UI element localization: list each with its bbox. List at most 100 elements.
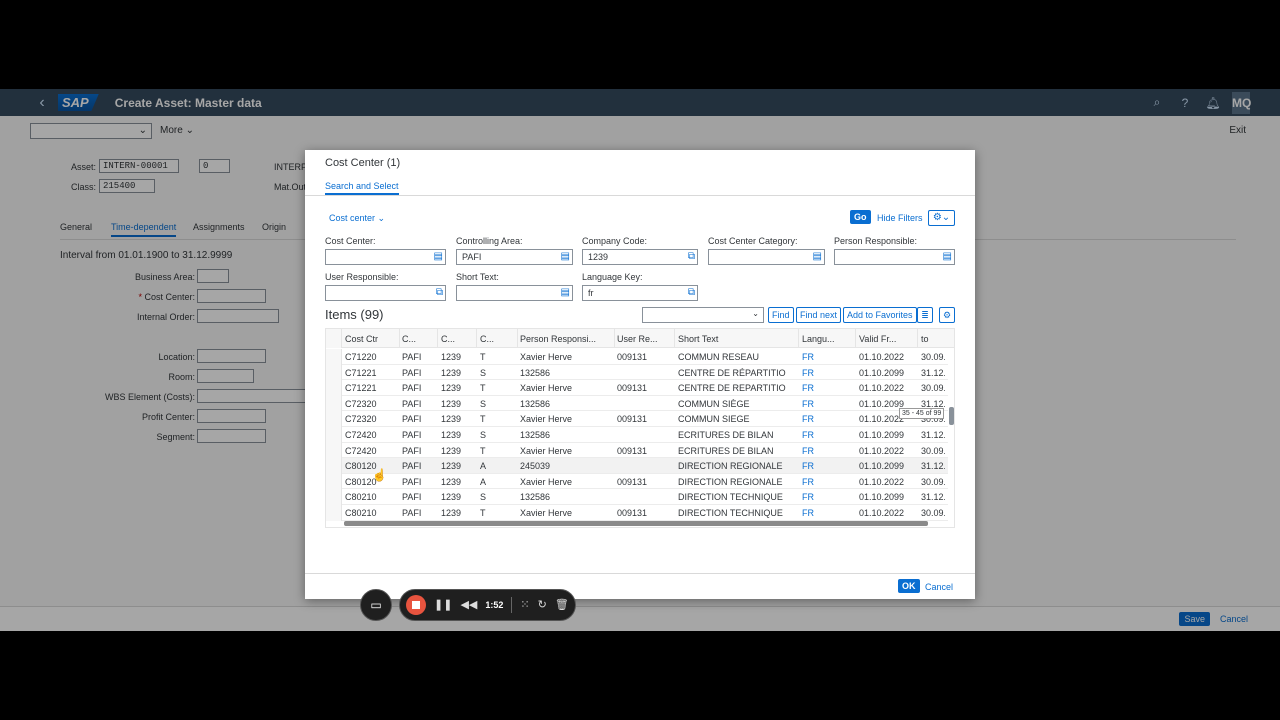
table-row[interactable]: C72420 PAFI 1239 S 132586 ECRITURES DE BILAN F… <box>326 427 948 443</box>
grid-icon[interactable]: ⁙ <box>520 598 529 611</box>
table-cell: DIRECTION REGIONALE <box>678 461 783 472</box>
table-cell: PAFI <box>402 492 422 503</box>
row-selector[interactable] <box>326 473 342 490</box>
row-selector[interactable] <box>326 349 342 365</box>
restart-icon[interactable]: ↻ <box>538 598 547 611</box>
table-cell: PAFI <box>402 430 422 440</box>
ok-button[interactable]: OK <box>898 579 920 593</box>
row-selector[interactable] <box>326 411 342 427</box>
vertical-scroll-thumb[interactable] <box>949 407 954 425</box>
open-dialog-icon[interactable]: ⧉ <box>688 250 695 264</box>
rewind-icon[interactable]: ◀◀ <box>460 598 477 611</box>
table-cell: C80120 <box>345 476 377 487</box>
horizontal-scrollbar[interactable] <box>344 521 928 526</box>
table-row[interactable]: C71220 PAFI 1239 T Xavier Herve 009131 COMMUN … <box>326 349 948 365</box>
column-header-user-responsible[interactable]: User Re... <box>617 334 671 344</box>
table-cell: C71221 <box>345 383 377 394</box>
table-row[interactable]: C80210 PAFI 1239 T Xavier Herve 009131 DIRECTI… <box>326 505 948 521</box>
open-dialog-icon[interactable]: ⧉ <box>436 286 443 300</box>
select-all-cell[interactable] <box>326 329 342 348</box>
camera-icon[interactable]: ▭ <box>360 588 392 621</box>
column-header-language[interactable]: Langu... <box>802 334 854 344</box>
table-row[interactable]: C80210 PAFI 1239 S 132586 DIRECTION TECHNIQUE… <box>326 489 948 505</box>
table-row[interactable]: C72420 PAFI 1239 T Xavier Herve 009131 ECRITUR… <box>326 442 948 459</box>
table-cell: 132586 <box>520 367 551 378</box>
table-row[interactable]: C71221 PAFI 1239 T Xavier Herve 009131 CENTRE … <box>326 380 948 396</box>
table-row[interactable]: C80120 PAFI 1239 A Xavier Herve 009131 DIRECTI… <box>326 473 948 490</box>
dialog-cancel-button[interactable]: Cancel <box>925 582 953 592</box>
table-cell: COMMUN RESEAU <box>678 352 760 362</box>
user-responsible-label: User Responsible: <box>325 272 399 282</box>
column-header-company-code[interactable]: C... <box>441 334 473 344</box>
mouse-pointer-icon: ☝ <box>372 468 387 482</box>
vertical-scrollbar[interactable] <box>948 348 954 520</box>
value-help-icon[interactable]: ▤ <box>813 250 822 264</box>
hide-filters-button[interactable]: Hide Filters <box>877 213 923 223</box>
add-to-favorites-button[interactable]: Add to Favorites <box>843 307 917 323</box>
row-selector[interactable] <box>326 489 342 505</box>
table-cell: 009131 <box>617 383 648 394</box>
table-cell: C80120 <box>345 461 377 472</box>
value-help-icon[interactable]: ▤ <box>561 250 570 264</box>
search-column-select[interactable]: ⌄ <box>642 307 764 323</box>
variant-selector[interactable]: Cost center ⌄ <box>329 213 385 224</box>
column-header-valid-from[interactable]: Valid Fr... <box>859 334 915 344</box>
column-header-cost-ctr[interactable]: Cost Ctr ▲ <box>345 334 391 344</box>
table-cell: Xavier Herve <box>520 414 573 425</box>
table-cell: 01.10.2022 <box>859 383 905 394</box>
table-cell: C72420 <box>345 430 377 440</box>
table-cell: FR <box>802 508 814 518</box>
table-cell: C80210 <box>345 492 377 503</box>
find-button[interactable]: Find <box>768 307 794 323</box>
find-next-button[interactable]: Find next <box>796 307 842 323</box>
table-settings-gear-icon[interactable]: ⚙ <box>939 307 955 323</box>
row-selector[interactable] <box>326 505 342 521</box>
table-cell: 1239 <box>441 367 462 378</box>
stop-record-button[interactable] <box>406 594 426 615</box>
settings-gear-icon[interactable]: ⚙⌄ <box>928 210 955 226</box>
column-divider <box>517 329 518 348</box>
column-header-controlling-area[interactable]: C... <box>402 334 434 344</box>
go-button[interactable]: Go <box>850 210 871 224</box>
table-row[interactable]: C72320 PAFI 1239 S 132586 COMMUN SIÈGE FR 01.10… <box>326 395 948 412</box>
cost-center-filter-input[interactable]: ▤ <box>325 249 446 265</box>
table-cell: S <box>480 430 487 440</box>
column-divider <box>674 329 675 348</box>
column-header-valid-to[interactable]: to <box>921 334 945 344</box>
trash-icon[interactable]: 🗑︎ <box>555 598 569 611</box>
pause-icon[interactable]: ❚❚ <box>434 598 452 611</box>
column-settings-icon[interactable]: ≣ <box>917 307 933 323</box>
value-help-icon[interactable]: ▤ <box>943 250 952 264</box>
table-cell: 009131 <box>617 352 648 362</box>
table-cell: C72320 <box>345 414 377 425</box>
value-help-icon[interactable]: ▤ <box>434 250 443 264</box>
table-row[interactable]: C72320 PAFI 1239 T Xavier Herve 009131 COMMUN … <box>326 411 948 427</box>
user-responsible-input[interactable]: ⧉ <box>325 285 446 301</box>
row-selector[interactable] <box>326 380 342 396</box>
table-cell: PAFI <box>402 414 422 425</box>
cost-center-category-input[interactable]: ▤ <box>708 249 825 265</box>
open-dialog-icon[interactable]: ⧉ <box>688 286 695 300</box>
row-selector[interactable] <box>326 458 342 474</box>
column-header-category[interactable]: C... <box>480 334 512 344</box>
controlling-area-input[interactable]: PAFI ▤ <box>456 249 573 265</box>
company-code-input[interactable]: 1239 ⧉ <box>582 249 698 265</box>
table-row[interactable]: C80120 PAFI 1239 A 245039 DIRECTION REGIONALE… <box>326 458 948 474</box>
value-help-icon[interactable]: ▤ <box>561 286 570 300</box>
person-responsible-input[interactable]: ▤ <box>834 249 955 265</box>
table-cell: ECRITURES DE BILAN <box>678 445 774 456</box>
row-selector[interactable] <box>326 442 342 459</box>
table-cell: 1239 <box>441 492 462 503</box>
table-cell: 009131 <box>617 476 648 487</box>
column-header-short-text[interactable]: Short Text <box>678 334 796 344</box>
table-cell: T <box>480 352 486 362</box>
tab-search-and-select[interactable]: Search and Select <box>325 181 399 195</box>
column-header-person-responsible[interactable]: Person Responsi... <box>520 334 612 344</box>
short-text-input[interactable]: ▤ <box>456 285 573 301</box>
table-cell: 1239 <box>441 445 462 456</box>
row-selector[interactable] <box>326 395 342 412</box>
table-row[interactable]: C71221 PAFI 1239 S 132586 CENTRE DE RÉPARTITI… <box>326 364 948 381</box>
row-selector[interactable] <box>326 427 342 443</box>
row-selector[interactable] <box>326 364 342 381</box>
language-key-input[interactable]: fr ⧉ <box>582 285 698 301</box>
